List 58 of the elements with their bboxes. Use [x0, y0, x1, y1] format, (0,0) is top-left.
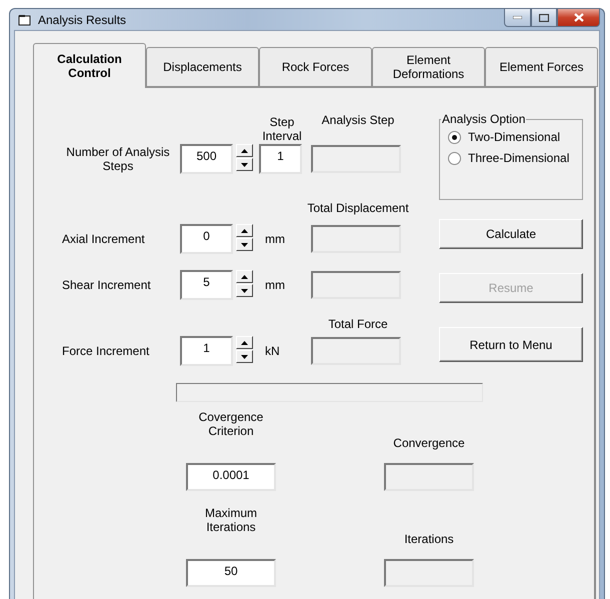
spin-down-button[interactable]	[236, 238, 253, 251]
step-interval-field[interactable]: 1	[259, 144, 302, 174]
number-field[interactable]: 500	[180, 144, 233, 174]
field-label: Number of Analysis Steps	[65, 145, 171, 173]
field-label: Force Increment	[62, 344, 150, 358]
tab[interactable]: Element Deformations	[372, 47, 485, 87]
action-button[interactable]: Return to Menu	[439, 327, 583, 362]
iterations-field[interactable]: 50	[186, 559, 276, 587]
number-field[interactable]: 5	[180, 270, 233, 300]
field-label: Covergence Criterion	[198, 410, 264, 438]
tab[interactable]: Displacements	[146, 47, 259, 87]
spin-up-button[interactable]	[236, 336, 253, 349]
unit-label: mm	[265, 232, 285, 246]
window-title: Analysis Results	[38, 12, 128, 26]
radio-icon[interactable]	[448, 130, 461, 144]
field-label: Convergence	[393, 436, 465, 450]
field-label: Analysis Step	[322, 113, 394, 127]
spin-down-button[interactable]	[236, 284, 253, 297]
radio-option[interactable]: Three-Dimensional	[448, 151, 574, 165]
field-label: Total Displacement	[307, 201, 409, 215]
spin-up-button[interactable]	[236, 270, 253, 283]
spin-up-button[interactable]	[236, 224, 253, 237]
field-label: Maximum Iterations	[204, 506, 258, 534]
field-label: Step Interval	[261, 115, 303, 143]
close-icon	[574, 13, 584, 22]
up-arrow-icon	[241, 228, 248, 232]
up-arrow-icon	[241, 340, 248, 344]
close-button[interactable]	[557, 8, 600, 27]
radio-option[interactable]: Two-Dimensional	[448, 130, 574, 144]
tab[interactable]: Rock Forces	[259, 47, 372, 87]
number-field[interactable]: 1	[180, 336, 233, 366]
action-button[interactable]: Calculate	[439, 219, 583, 249]
criterion-field[interactable]: 0.0001	[186, 463, 276, 491]
maximize-icon	[539, 14, 549, 22]
down-arrow-icon	[241, 354, 248, 358]
field-label: Shear Increment	[62, 278, 151, 292]
group-title: Analysis Option	[441, 112, 526, 126]
maximize-button[interactable]	[531, 8, 557, 27]
unit-label: mm	[265, 278, 285, 292]
minimize-icon	[513, 16, 522, 19]
down-arrow-icon	[241, 242, 248, 246]
number-field[interactable]: 0	[180, 224, 233, 254]
up-arrow-icon	[241, 274, 248, 278]
minimize-button[interactable]	[504, 8, 531, 27]
spin-down-button[interactable]	[236, 158, 253, 171]
spin-down-button[interactable]	[236, 350, 253, 363]
field-label: Axial Increment	[62, 232, 145, 246]
tab[interactable]: Element Forces	[485, 47, 598, 87]
down-arrow-icon	[241, 288, 248, 292]
tab[interactable]: Calculation Control	[33, 43, 146, 88]
down-arrow-icon	[241, 162, 248, 166]
unit-label: kN	[265, 344, 280, 358]
window-icon	[18, 14, 32, 26]
spin-up-button[interactable]	[236, 144, 253, 157]
up-arrow-icon	[241, 148, 248, 152]
field-label: Total Force	[328, 317, 388, 331]
radio-icon[interactable]	[448, 152, 461, 164]
field-label: Iterations	[404, 532, 454, 546]
